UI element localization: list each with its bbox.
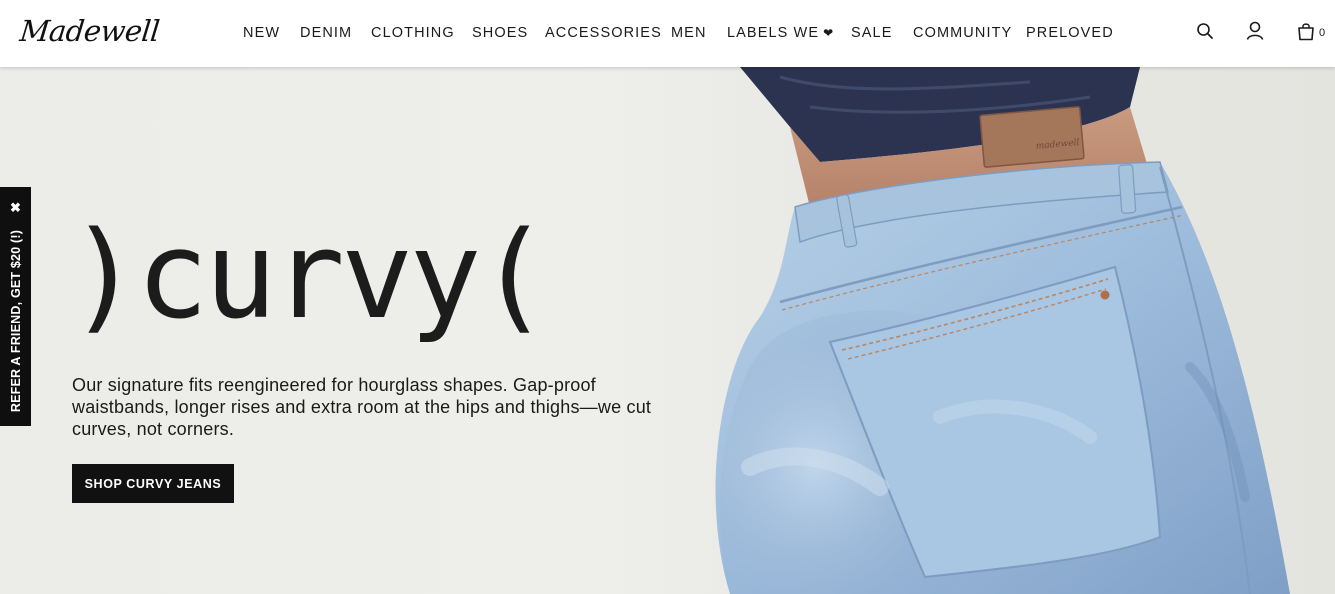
- account-icon[interactable]: [1246, 21, 1266, 41]
- nav-preloved[interactable]: PRELOVED: [1026, 25, 1114, 41]
- nav-new[interactable]: NEW: [243, 25, 280, 41]
- close-icon[interactable]: ✖: [10, 201, 21, 214]
- hero-banner: )curvy( Our signature fits reengineered …: [0, 67, 1335, 594]
- heart-icon: ❤: [823, 26, 835, 40]
- hero-jeans-image[interactable]: madewell: [690, 67, 1335, 594]
- search-icon[interactable]: [1196, 22, 1216, 42]
- nav-denim[interactable]: DENIM: [300, 25, 352, 41]
- shopping-bag-icon[interactable]: [1297, 21, 1317, 41]
- shop-curvy-jeans-button[interactable]: SHOP CURVY JEANS: [72, 464, 234, 503]
- hero-headline: )curvy(: [68, 207, 550, 346]
- nav-shoes[interactable]: SHOES: [472, 25, 528, 41]
- nav-community[interactable]: COMMUNITY: [913, 25, 1012, 41]
- nav-clothing[interactable]: CLOTHING: [371, 25, 455, 41]
- site-header: Madewell NEW DENIM CLOTHING SHOES ACCESS…: [0, 0, 1335, 67]
- madewell-logo[interactable]: Madewell: [18, 14, 161, 48]
- nav-accessories[interactable]: ACCESSORIES: [545, 25, 662, 41]
- refer-a-friend-label: REFER A FRIEND, GET $20 (!): [8, 229, 23, 412]
- refer-a-friend-tab[interactable]: ✖ REFER A FRIEND, GET $20 (!): [0, 187, 31, 426]
- bag-count: 0: [1319, 27, 1326, 39]
- nav-sale[interactable]: SALE: [851, 25, 892, 41]
- hero-description: Our signature fits reengineered for hour…: [72, 375, 652, 439]
- nav-labels-we-love[interactable]: LABELS WE ❤: [727, 25, 834, 41]
- nav-labels-we-label: LABELS WE: [727, 25, 820, 41]
- nav-men[interactable]: MEN: [671, 25, 707, 41]
